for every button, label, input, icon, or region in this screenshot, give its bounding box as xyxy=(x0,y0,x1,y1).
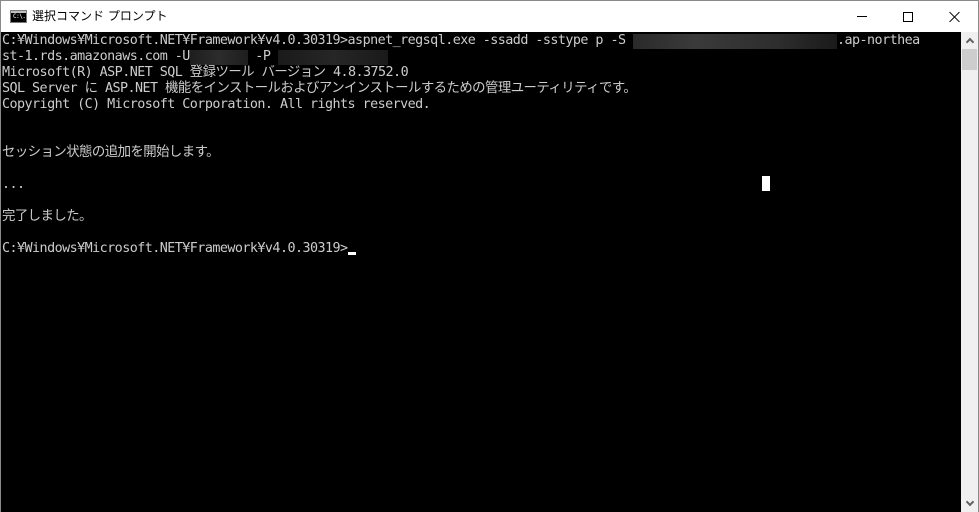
redacted-user-name xyxy=(189,50,248,65)
minimize-icon xyxy=(857,16,867,17)
chevron-up-icon xyxy=(965,37,974,47)
console-output[interactable]: C:¥Windows¥Microsoft.NET¥Framework¥v4.0.… xyxy=(1,32,961,512)
close-button[interactable] xyxy=(932,1,978,32)
scroll-up-button[interactable] xyxy=(961,32,978,49)
selection-cursor xyxy=(762,176,770,191)
chevron-down-icon xyxy=(965,497,974,507)
scroll-down-button[interactable] xyxy=(961,495,978,512)
window-title: 選択コマンド プロンプト xyxy=(32,9,168,23)
vertical-scrollbar[interactable] xyxy=(961,32,978,512)
console-line: Copyright (C) Microsoft Corporation. All… xyxy=(2,97,431,112)
maximize-button[interactable] xyxy=(885,1,931,32)
console-line: セッション状態の追加を開始します。 xyxy=(2,145,220,160)
redacted-server-name xyxy=(633,34,837,49)
redacted-password xyxy=(277,50,388,65)
console-line: Microsoft(R) ASP.NET SQL 登録ツール バージョン 4.8… xyxy=(2,65,409,80)
scroll-thumb[interactable] xyxy=(962,49,977,70)
title-bar[interactable]: C:\. 選択コマンド プロンプト xyxy=(1,1,978,32)
console-line-command: C:¥Windows¥Microsoft.NET¥Framework¥v4.0.… xyxy=(2,33,920,49)
console-line: ... xyxy=(2,177,25,192)
maximize-icon xyxy=(903,11,913,22)
close-icon xyxy=(949,11,961,23)
cmd-icon[interactable]: C:\. xyxy=(10,10,27,23)
minimize-button[interactable] xyxy=(839,1,885,32)
console-line: SQL Server に ASP.NET 機能をインストールおよびアンインストー… xyxy=(2,81,637,96)
text-cursor xyxy=(347,252,356,255)
console-line-command-cont: st-1.rds.amazonaws.com -U -P xyxy=(2,49,388,65)
console-prompt-line[interactable]: C:¥Windows¥Microsoft.NET¥Framework¥v4.0.… xyxy=(2,241,356,257)
console-line: 完了しました。 xyxy=(2,209,92,224)
command-prompt-window: C:\. 選択コマンド プロンプト C:¥Windows¥Microsoft.N… xyxy=(0,0,979,512)
